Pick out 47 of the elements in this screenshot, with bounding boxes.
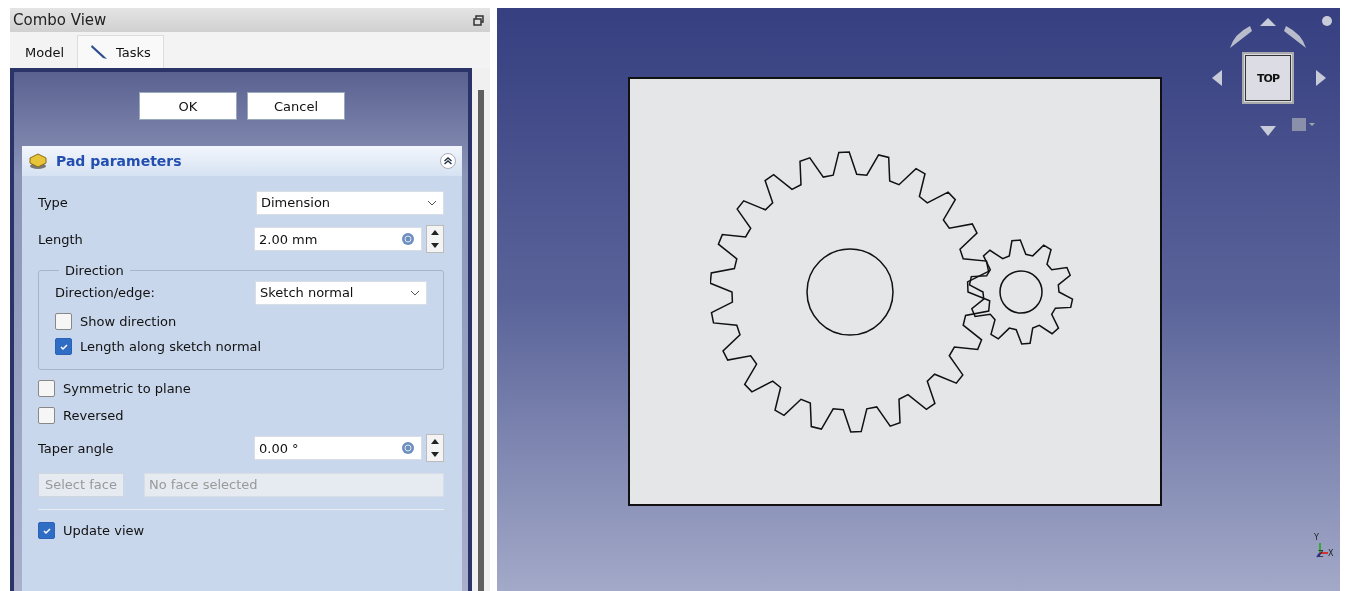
tab[interactable]: Tasks <box>77 35 164 68</box>
arrow-right-icon[interactable] <box>1316 70 1326 86</box>
dropdown[interactable]: Dimension <box>256 190 444 215</box>
group-title: Direction <box>64 263 125 278</box>
menu-dot-icon[interactable] <box>1322 16 1332 26</box>
dialog-button[interactable]: OK <box>139 92 237 120</box>
field-label: Type <box>38 195 68 210</box>
checkbox[interactable] <box>55 313 72 330</box>
chevron-down-icon <box>427 199 437 206</box>
cube-menu-icon[interactable] <box>1292 116 1316 132</box>
arrow-down-icon[interactable] <box>1260 126 1276 136</box>
field-label: Length <box>38 231 83 247</box>
checkbox-label: Reversed <box>63 408 124 423</box>
checkbox-label: Update view <box>63 523 145 538</box>
axis-label: X <box>1328 549 1334 558</box>
tab[interactable]: Model <box>12 35 78 68</box>
checkbox-label: Symmetric to plane <box>63 381 191 396</box>
panel-title: Pad parameters <box>56 153 182 169</box>
dialog-button[interactable]: Cancel <box>247 92 345 120</box>
expression-icon <box>401 232 415 246</box>
input-field[interactable]: 2.00 mm <box>254 227 422 251</box>
expression-icon <box>401 441 415 455</box>
navigation-cube[interactable]: TOP <box>1242 52 1294 104</box>
scrollbar-thumb[interactable] <box>478 90 484 591</box>
axis-label: Z <box>1318 550 1324 559</box>
checkbox[interactable] <box>55 338 72 355</box>
collapse-icon[interactable] <box>440 153 456 169</box>
field-label: Direction/edge: <box>55 285 155 300</box>
field-label: Taper angle <box>38 440 114 456</box>
pad-icon <box>28 152 48 170</box>
checkbox[interactable] <box>38 380 55 397</box>
undock-icon[interactable] <box>473 14 484 26</box>
axis-label: Y <box>1314 533 1319 542</box>
checkbox-label: Length along sketch normal <box>80 339 262 354</box>
check-icon <box>41 525 52 536</box>
checkbox-label: Show direction <box>80 314 177 329</box>
arrow-left-icon[interactable] <box>1212 70 1222 86</box>
input-field[interactable]: 0.00 ° <box>254 436 422 460</box>
chevron-down-icon <box>410 289 420 296</box>
spin-buttons[interactable] <box>426 434 444 462</box>
checkbox[interactable] <box>38 522 55 539</box>
dropdown[interactable]: Sketch normal <box>255 280 427 305</box>
checkbox[interactable] <box>38 407 55 424</box>
window-title: Combo View <box>13 11 107 29</box>
spin-buttons[interactable] <box>426 225 444 253</box>
input-field[interactable]: No face selected <box>144 472 444 497</box>
check-icon <box>58 341 69 352</box>
